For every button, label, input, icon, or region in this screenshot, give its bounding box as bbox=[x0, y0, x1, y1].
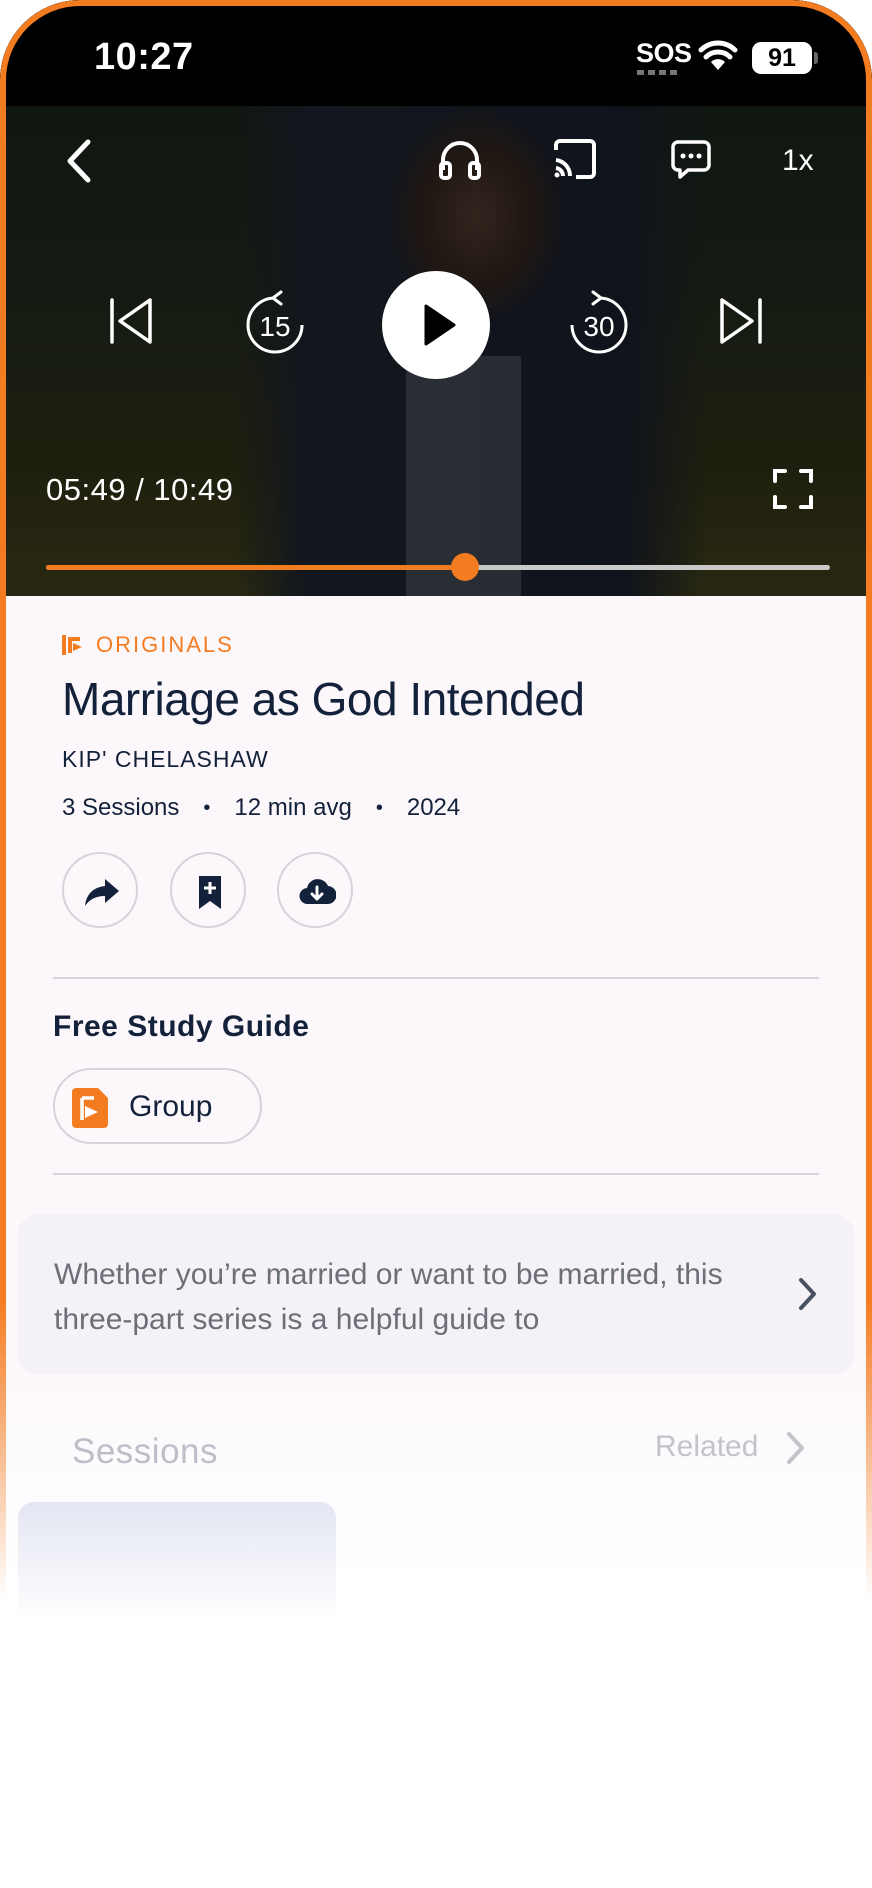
headphones-icon[interactable] bbox=[438, 136, 482, 182]
fullscreen-icon[interactable] bbox=[772, 468, 814, 510]
chevron-right-icon bbox=[780, 1428, 810, 1468]
release-year: 2024 bbox=[406, 794, 461, 821]
group-study-guide-button[interactable]: Group bbox=[53, 1068, 262, 1144]
svg-text:30: 30 bbox=[583, 311, 614, 342]
video-player[interactable]: 1x 15 30 05:49 / 10:49 bbox=[6, 106, 866, 596]
forward-30-icon[interactable]: 30 bbox=[568, 290, 630, 354]
session-thumbnail[interactable] bbox=[18, 1502, 336, 1622]
share-icon bbox=[83, 873, 121, 911]
author-name[interactable]: KIP' CHELASHAW bbox=[62, 746, 269, 773]
progress-fill bbox=[46, 565, 466, 570]
skip-previous-icon[interactable] bbox=[106, 296, 156, 346]
pdf-document-icon bbox=[70, 1086, 110, 1130]
divider bbox=[53, 977, 819, 979]
category-label: ORIGINALS bbox=[62, 632, 234, 658]
wifi-icon bbox=[698, 40, 738, 72]
status-time: 10:27 bbox=[94, 36, 194, 78]
cast-icon[interactable] bbox=[552, 138, 598, 180]
study-guide-heading: Free Study Guide bbox=[53, 1010, 310, 1043]
divider bbox=[53, 1173, 819, 1175]
meta-separator: • bbox=[375, 796, 383, 819]
group-label: Group bbox=[129, 1090, 213, 1123]
battery-cap bbox=[814, 52, 818, 64]
average-duration: 12 min avg bbox=[234, 794, 352, 821]
category-text: ORIGINALS bbox=[96, 632, 234, 657]
skip-next-icon[interactable] bbox=[716, 296, 766, 346]
save-button[interactable] bbox=[170, 852, 246, 928]
back-chevron-icon[interactable] bbox=[60, 136, 100, 186]
download-button[interactable] bbox=[277, 852, 353, 928]
description-card[interactable]: Whether you’re married or want to be mar… bbox=[18, 1214, 854, 1374]
download-cloud-icon bbox=[298, 873, 336, 911]
share-button[interactable] bbox=[62, 852, 138, 928]
playback-time: 05:49 / 10:49 bbox=[46, 472, 234, 507]
session-count: 3 Sessions bbox=[62, 794, 180, 821]
captions-icon[interactable] bbox=[670, 138, 712, 180]
originals-logo-icon bbox=[62, 633, 84, 657]
description-text: Whether you’re married or want to be mar… bbox=[54, 1258, 723, 1336]
play-button[interactable] bbox=[382, 271, 490, 379]
app-screen: 10:27 SOS 91 1x 15 30 05:49 / 10:49 ORIG… bbox=[0, 0, 872, 1888]
status-bar: 10:27 SOS 91 bbox=[0, 0, 872, 106]
playback-speed-button[interactable]: 1x bbox=[782, 144, 814, 178]
battery-indicator: 91 bbox=[752, 42, 812, 74]
progress-bar[interactable] bbox=[46, 553, 830, 581]
series-meta: 3 Sessions • 12 min avg • 2024 bbox=[62, 794, 460, 822]
svg-text:15: 15 bbox=[259, 311, 290, 342]
sos-indicator: SOS bbox=[636, 38, 692, 68]
tab-related[interactable]: Related bbox=[655, 1430, 758, 1464]
meta-separator: • bbox=[203, 796, 211, 819]
bookmark-add-icon bbox=[191, 873, 229, 911]
series-title: Marriage as God Intended bbox=[62, 673, 585, 725]
play-icon bbox=[422, 303, 456, 347]
rewind-15-icon[interactable]: 15 bbox=[244, 290, 306, 354]
signal-dots bbox=[637, 70, 677, 75]
chevron-right-icon bbox=[792, 1274, 822, 1314]
tab-sessions[interactable]: Sessions bbox=[72, 1432, 218, 1472]
